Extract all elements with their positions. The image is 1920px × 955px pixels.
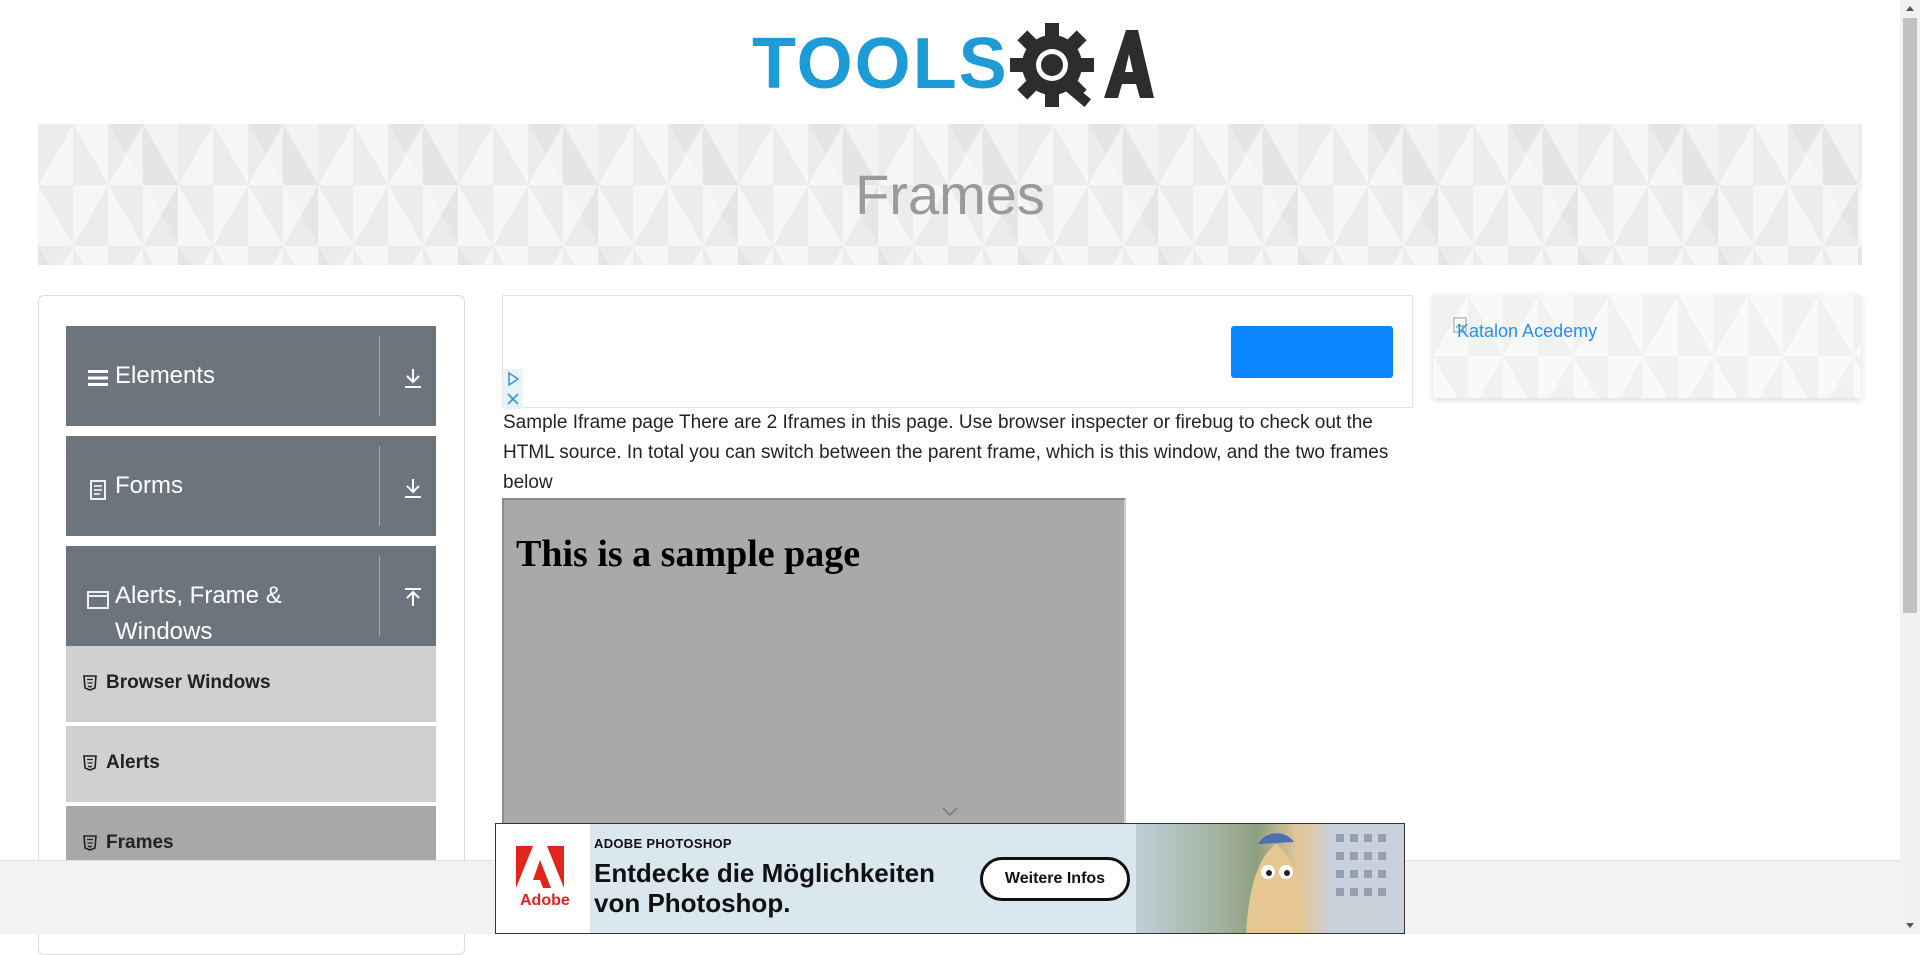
sidebar-group-elements[interactable]: Elements [66,326,436,426]
chevron-down-icon [942,807,958,817]
scroll-up-arrow-icon[interactable] [1900,0,1920,17]
ad-headline: Entdecke die Möglichkeiten von Photoshop… [594,858,935,918]
adobe-wordmark: Adobe [520,892,570,909]
upload-arrow-icon[interactable] [402,586,424,610]
sidebar-item-label: Browser Windows [106,672,271,693]
sidebar-group-forms[interactable]: Forms [66,436,436,536]
page-description: Sample Iframe page There are 2 Iframes i… [503,412,1389,493]
sidebar-group-label: Forms [115,472,183,499]
bottom-advertisement[interactable]: Adobe ADOBE PHOTOSHOP Entdecke die Mögli… [495,823,1405,934]
sidebar-item-browser-windows[interactable]: Browser Windows [66,646,436,724]
divider [379,336,380,416]
scroll-down-arrow-icon[interactable] [1900,917,1920,934]
ad-brand: ADOBE PHOTOSHOP [594,836,732,851]
adobe-a-icon [516,846,564,888]
scrollbar-thumb[interactable] [1903,18,1917,613]
logo-gear-qa-icon [1010,23,1154,107]
iframe-heading: This is a sample page [516,533,861,575]
ad-cta-button[interactable]: Weitere Infos [980,857,1130,901]
ad-scene-image [1246,824,1404,933]
right-sidebar-ad[interactable]: Katalon Acedemy [1433,295,1861,398]
sample-iframe[interactable]: This is a sample page [502,498,1126,838]
katalon-ad-alt-text[interactable]: Katalon Acedemy [1457,321,1597,342]
page-scrollbar[interactable] [1900,0,1920,934]
hamburger-icon [88,370,108,386]
ad-close-icon[interactable] [503,389,523,409]
page-title: Frames [855,163,1045,226]
ad-illustration [1136,824,1404,933]
toolsqa-logo[interactable]: TOOLS [748,18,1154,116]
ad-button[interactable] [1231,326,1393,378]
divider [379,446,380,526]
sidebar-item-alerts[interactable]: Alerts [66,726,436,804]
divider [379,556,380,636]
sidebar-panel: Elements Forms Alerts, Frame & Windows B… [38,295,465,955]
sidebar-group-label-line2: Windows [115,618,213,645]
adobe-logo: Adobe [496,824,590,933]
page-banner: Frames [38,124,1862,265]
ad-choices-icon[interactable] [503,369,523,389]
html5-icon [83,755,97,771]
sidebar-group-label: Elements [115,362,216,389]
download-arrow-icon[interactable] [402,366,424,390]
html5-icon [83,675,97,691]
sidebar-group-alerts-frame-windows[interactable]: Alerts, Frame & Windows [66,546,436,646]
window-icon [87,591,109,609]
document-icon [90,480,106,500]
sidebar-item-label: Frames [106,832,174,853]
logo-tools-text: TOOLS [752,24,1009,104]
sidebar-group-label: Alerts, Frame & [115,582,282,609]
top-advertisement[interactable] [502,295,1413,409]
sidebar-item-label: Alerts [106,752,160,773]
html5-icon [83,835,97,851]
download-arrow-icon[interactable] [402,476,424,500]
